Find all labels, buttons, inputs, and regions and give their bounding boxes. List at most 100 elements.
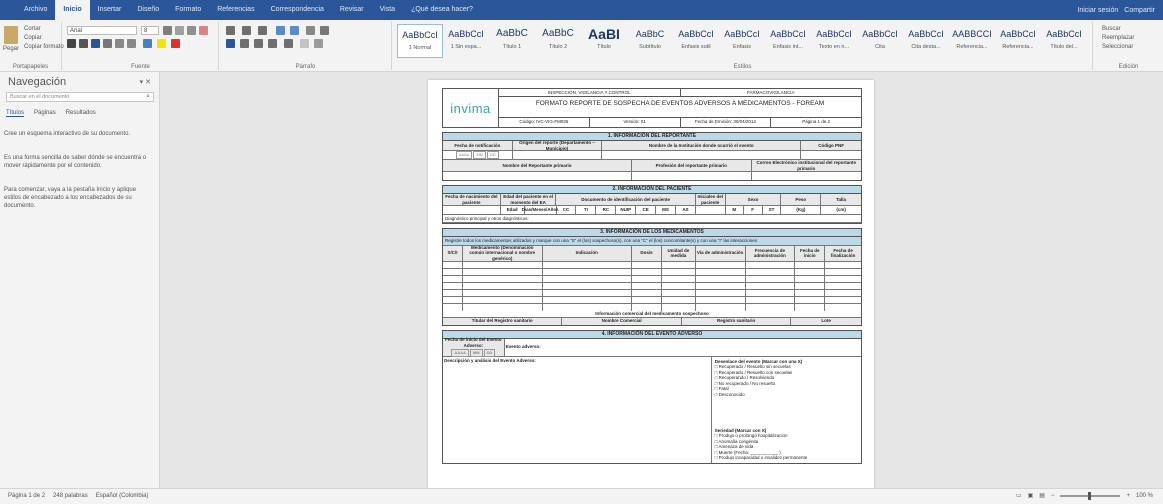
- reporter-email-field[interactable]: [752, 172, 861, 180]
- clear-formatting-icon[interactable]: [199, 26, 208, 35]
- table-cell[interactable]: [746, 296, 796, 303]
- tab-format[interactable]: Formato: [167, 0, 209, 20]
- tab-design[interactable]: Diseño: [129, 0, 167, 20]
- table-cell[interactable]: [632, 303, 662, 311]
- table-cell[interactable]: [662, 296, 696, 303]
- table-cell[interactable]: [662, 282, 696, 289]
- nav-tab-results[interactable]: Resultados: [66, 110, 96, 117]
- table-cell[interactable]: [543, 261, 633, 268]
- table-cell[interactable]: [795, 296, 826, 303]
- sign-in-link[interactable]: Iniciar sesión: [1077, 7, 1118, 14]
- table-cell[interactable]: [662, 261, 696, 268]
- style-item[interactable]: AaBbCcI Cita desta...: [903, 24, 949, 58]
- table-cell[interactable]: [632, 275, 662, 282]
- table-cell[interactable]: [825, 297, 861, 303]
- sort-icon[interactable]: [306, 26, 315, 35]
- style-item[interactable]: AaBbC Subtítulo: [627, 24, 673, 58]
- tab-review[interactable]: Revisar: [332, 0, 372, 20]
- print-layout-icon[interactable]: ▣: [1028, 492, 1034, 499]
- table-cell[interactable]: [696, 275, 746, 282]
- tell-me-box[interactable]: ¿Qué desea hacer?: [403, 0, 481, 20]
- style-item[interactable]: AaBbCcI Título del...: [1041, 24, 1087, 58]
- table-cell[interactable]: [825, 290, 861, 296]
- style-item[interactable]: AaBbCcI 1 Sin espa...: [443, 24, 489, 58]
- copy-button[interactable]: Copiar: [24, 35, 42, 41]
- event-field[interactable]: Evento adverso:: [505, 339, 861, 356]
- institution-field[interactable]: [602, 151, 802, 159]
- replace-button[interactable]: Reemplazar: [1102, 35, 1134, 41]
- table-cell[interactable]: [632, 289, 662, 296]
- pnf-code-field[interactable]: [801, 151, 861, 159]
- style-item[interactable]: AaBbC Título 2: [535, 24, 581, 58]
- borders-icon[interactable]: [314, 39, 323, 48]
- table-cell[interactable]: [795, 261, 826, 268]
- navigation-search-input[interactable]: Buscar en el documento ⌕: [6, 92, 154, 102]
- table-cell[interactable]: [463, 296, 543, 303]
- underline-icon[interactable]: [91, 39, 100, 48]
- bold-icon[interactable]: [67, 39, 76, 48]
- table-cell[interactable]: [443, 261, 463, 268]
- style-item[interactable]: AaBbCcI Énfasis sutil: [673, 24, 719, 58]
- table-cell[interactable]: [463, 275, 543, 282]
- table-cell[interactable]: [825, 304, 861, 311]
- table-cell[interactable]: [443, 289, 463, 296]
- cut-button[interactable]: Cortar: [24, 26, 41, 32]
- shading-icon[interactable]: [300, 39, 309, 48]
- search-icon[interactable]: ⌕: [146, 92, 150, 101]
- align-center-icon[interactable]: [240, 39, 249, 48]
- tab-home[interactable]: Inicio: [55, 0, 90, 20]
- style-item[interactable]: AABBCCI Referencia...: [949, 24, 995, 58]
- table-cell[interactable]: [795, 275, 826, 282]
- tab-references[interactable]: Referencias: [209, 0, 262, 20]
- table-cell[interactable]: [696, 289, 746, 296]
- language-indicator[interactable]: Español (Colombia): [96, 493, 149, 499]
- tab-mailings[interactable]: Correspondencia: [263, 0, 332, 20]
- numbering-icon[interactable]: [242, 26, 251, 35]
- day-field[interactable]: DD: [487, 151, 499, 159]
- table-cell[interactable]: [662, 275, 696, 282]
- strikethrough-icon[interactable]: [103, 39, 112, 48]
- table-cell[interactable]: [825, 269, 861, 275]
- diagnosis-field[interactable]: Diagnóstico principal y otros diagnóstic…: [443, 215, 861, 223]
- highlight-color-icon[interactable]: [157, 39, 166, 48]
- share-button[interactable]: Compartir: [1124, 7, 1155, 14]
- zoom-slider-knob[interactable]: [1088, 491, 1092, 500]
- multilevel-list-icon[interactable]: [258, 26, 267, 35]
- table-cell[interactable]: [696, 296, 746, 303]
- select-button[interactable]: Seleccionar: [1102, 44, 1133, 50]
- text-effects-icon[interactable]: [143, 39, 152, 48]
- table-cell[interactable]: [543, 282, 633, 289]
- table-cell[interactable]: [746, 289, 796, 296]
- increase-indent-icon[interactable]: [290, 26, 299, 35]
- reporter-name-field[interactable]: [443, 172, 633, 180]
- table-cell[interactable]: [543, 289, 633, 296]
- year-field[interactable]: AAAA: [455, 151, 473, 159]
- table-cell[interactable]: [443, 303, 463, 311]
- table-cell[interactable]: [632, 282, 662, 289]
- tab-view[interactable]: Vista: [372, 0, 403, 20]
- align-right-icon[interactable]: [254, 39, 263, 48]
- paste-label[interactable]: Pegar: [3, 46, 19, 52]
- table-cell[interactable]: [696, 282, 746, 289]
- style-item[interactable]: AaBbCcI Énfasis int...: [765, 24, 811, 58]
- style-item[interactable]: AaBbCcI Cita: [857, 24, 903, 58]
- table-cell[interactable]: [795, 303, 826, 311]
- table-cell[interactable]: [632, 261, 662, 268]
- tab-file[interactable]: Archivo: [16, 0, 55, 20]
- table-cell[interactable]: [443, 282, 463, 289]
- page-count[interactable]: Página 1 de 2: [8, 493, 45, 499]
- table-cell[interactable]: [746, 282, 796, 289]
- italic-icon[interactable]: [79, 39, 88, 48]
- table-cell[interactable]: [795, 268, 826, 275]
- table-cell[interactable]: [662, 303, 696, 311]
- grow-font-icon[interactable]: [163, 26, 172, 35]
- table-cell[interactable]: [463, 268, 543, 275]
- table-cell[interactable]: [795, 282, 826, 289]
- font-name-select[interactable]: Arial: [67, 26, 137, 35]
- close-icon[interactable]: ▾ ✕: [140, 78, 151, 86]
- table-cell[interactable]: [443, 275, 463, 282]
- table-cell[interactable]: [463, 303, 543, 311]
- style-item[interactable]: AaBbCcI Énfasis: [719, 24, 765, 58]
- table-cell[interactable]: [543, 303, 633, 311]
- word-count[interactable]: 248 palabras: [53, 493, 88, 499]
